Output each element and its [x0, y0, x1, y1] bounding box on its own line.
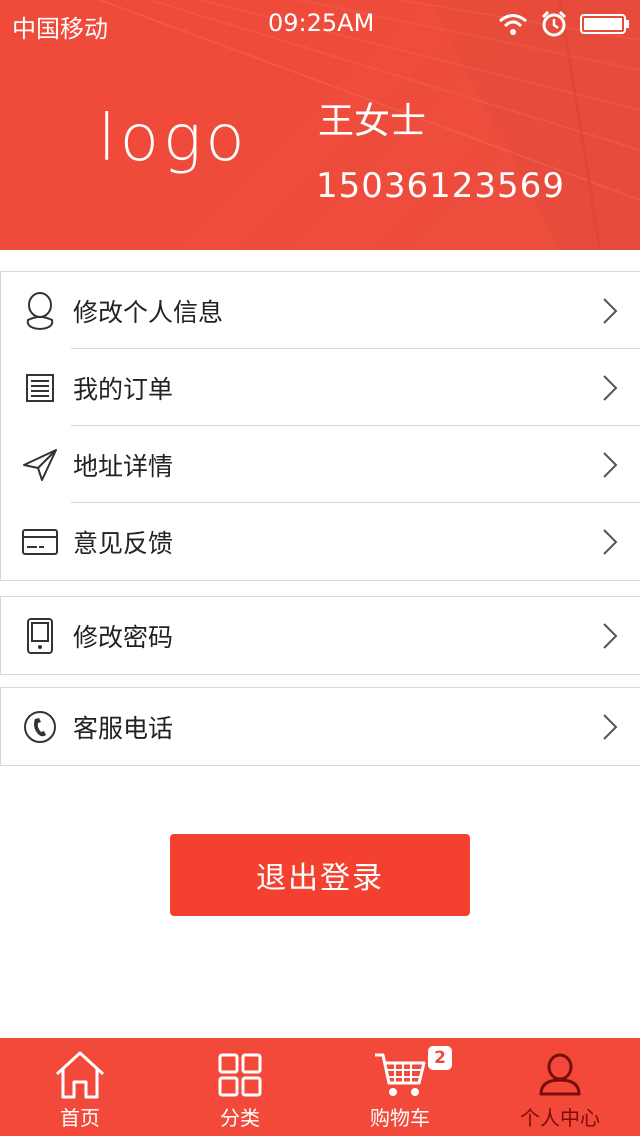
home-icon — [54, 1050, 106, 1100]
cart-count-badge: 2 — [428, 1046, 452, 1070]
tab-label: 分类 — [220, 1106, 260, 1130]
tab-cart[interactable]: 购物车 — [320, 1038, 480, 1136]
chevron-right-icon — [603, 451, 618, 478]
tab-label: 购物车 — [370, 1106, 430, 1130]
menu-item-address[interactable]: 地址详情 — [1, 426, 640, 503]
menu-item-feedback[interactable]: 意见反馈 — [1, 503, 640, 580]
bottom-tab-bar: 首页 分类 购物车 个人中心 — [0, 1038, 640, 1136]
menu-item-change-password[interactable]: 修改密码 — [1, 597, 640, 674]
person-outline-icon — [21, 291, 59, 330]
chevron-right-icon — [603, 713, 618, 740]
logout-button[interactable]: 退出登录 — [170, 834, 470, 916]
battery-icon — [580, 14, 629, 34]
telephone-icon — [21, 708, 59, 746]
clock-label: 09:25AM — [268, 9, 375, 37]
menu-item-customer-service[interactable]: 客服电话 — [1, 688, 640, 765]
status-bar: 中国移动 09:25AM — [0, 0, 640, 48]
tab-label: 首页 — [60, 1106, 100, 1130]
status-icons — [498, 10, 630, 38]
tab-profile[interactable]: 个人中心 — [480, 1038, 640, 1136]
menu-item-edit-profile[interactable]: 修改个人信息 — [1, 272, 640, 349]
menu-item-my-orders[interactable]: 我的订单 — [1, 349, 640, 426]
chevron-right-icon — [603, 297, 618, 324]
chevron-right-icon — [603, 622, 618, 649]
menu-item-label: 修改密码 — [73, 622, 174, 652]
card-icon — [21, 523, 59, 561]
alarm-icon — [541, 10, 567, 37]
brand-logo: logo — [98, 102, 249, 176]
chevron-right-icon — [603, 528, 618, 555]
menu-item-label: 地址详情 — [73, 451, 174, 481]
menu-group-account: 修改个人信息 我的订单 地址详情 意见反馈 — [0, 271, 640, 581]
tab-home[interactable]: 首页 — [0, 1038, 160, 1136]
order-list-icon — [21, 369, 59, 407]
grid-icon — [218, 1050, 262, 1100]
menu-item-label: 意见反馈 — [73, 528, 174, 558]
phone-device-icon — [21, 617, 59, 655]
user-phone: 15036123569 — [316, 166, 565, 206]
profile-header: 中国移动 09:25AM logo 王女士 15036123569 — [0, 0, 640, 250]
menu-group-support: 客服电话 — [0, 687, 640, 766]
menu-group-security: 修改密码 — [0, 596, 640, 675]
menu-item-label: 修改个人信息 — [73, 297, 224, 327]
chevron-right-icon — [603, 374, 618, 401]
user-name: 王女士 — [318, 101, 427, 142]
wifi-icon — [499, 14, 527, 35]
user-icon — [537, 1050, 583, 1100]
paper-plane-icon — [21, 446, 59, 484]
cart-icon — [373, 1050, 427, 1100]
carrier-label: 中国移动 — [12, 15, 108, 43]
menu-item-label: 我的订单 — [73, 374, 174, 404]
tab-category[interactable]: 分类 — [160, 1038, 320, 1136]
tab-label: 个人中心 — [520, 1106, 600, 1130]
menu-item-label: 客服电话 — [73, 713, 174, 743]
